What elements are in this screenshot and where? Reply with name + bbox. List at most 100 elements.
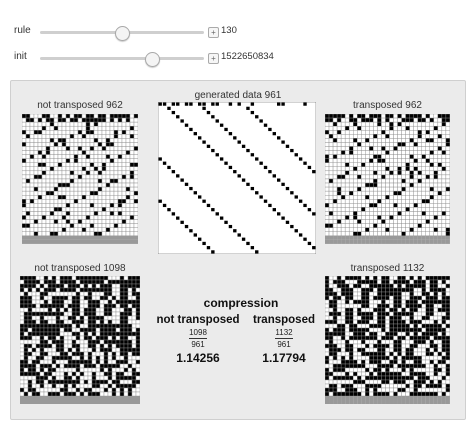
grid-cell (52, 400, 56, 404)
grid-cell (31, 367, 37, 373)
grid-cell (389, 215, 394, 220)
grid-cell (95, 307, 101, 313)
grid-cell (25, 174, 31, 180)
grid-cell (397, 162, 402, 167)
grid-cell (385, 347, 390, 353)
grid-cell (81, 223, 87, 228)
plus-icon[interactable]: + (208, 53, 219, 64)
grid-cell (385, 276, 390, 281)
grid-cell (345, 396, 350, 400)
grid-cell (26, 239, 30, 244)
grid-cell (401, 142, 406, 147)
grid-cell (417, 371, 422, 377)
grid-cell (417, 343, 422, 349)
grid-cell (365, 130, 370, 135)
grid-cell (348, 114, 354, 119)
grid-cell (325, 279, 330, 285)
grid-cell (95, 291, 101, 297)
plus-icon[interactable]: + (208, 27, 219, 38)
grid-cell (25, 158, 31, 163)
grid-cell (377, 227, 382, 232)
grid-cell (425, 299, 430, 305)
grid-cell (43, 387, 49, 393)
grid-cell (357, 207, 362, 212)
grid-cell (55, 379, 61, 385)
grid-cell (91, 383, 97, 389)
grid-cell (119, 375, 125, 381)
grid-cell (129, 114, 135, 119)
grid-cell (365, 387, 370, 393)
grid-cell (421, 359, 426, 365)
grid-cell (405, 235, 410, 240)
grid-cell (365, 347, 370, 353)
rule-slider-thumb[interactable] (115, 26, 130, 41)
grid-cell (417, 114, 422, 119)
grid-cell (365, 117, 370, 123)
init-slider-thumb[interactable] (144, 52, 160, 67)
grid-cell (381, 307, 386, 313)
matrix-point (176, 216, 180, 220)
grid-cell (357, 114, 362, 119)
grid-cell (397, 367, 402, 373)
matrix-point (158, 199, 162, 203)
grid-cell (344, 351, 350, 357)
grid-cell (75, 351, 81, 357)
grid-cell (69, 154, 75, 159)
grid-cell (417, 150, 422, 155)
grid-cell (67, 315, 73, 321)
grid-cell (61, 117, 67, 123)
grid-cell (365, 162, 370, 167)
grid-cell (129, 227, 135, 232)
grid-cell (373, 279, 378, 285)
matrix-point (312, 170, 316, 174)
grid-cell (336, 283, 342, 289)
grid-cell (381, 154, 386, 159)
grid-cell (97, 121, 103, 127)
grid-cell (332, 291, 338, 297)
grid-cell (344, 142, 350, 147)
grid-cell (353, 276, 358, 281)
grid-cell (417, 199, 422, 204)
grid-cell (433, 355, 439, 361)
grid-cell (37, 219, 43, 224)
grid-cell (340, 363, 346, 369)
grid-cell (70, 239, 74, 244)
rule-slider[interactable] (40, 26, 204, 41)
grid-cell (41, 121, 47, 127)
grid-cell (121, 154, 127, 159)
grid-cell (122, 239, 126, 244)
grid-cell (328, 150, 334, 155)
grid-cell (61, 186, 67, 192)
grid-cell (401, 158, 406, 163)
grid-cell (340, 117, 346, 123)
grid-cell (437, 150, 443, 155)
grid-cell (69, 162, 75, 167)
grid-cell (421, 219, 426, 224)
grid-cell (417, 194, 422, 200)
grid-cell (401, 154, 406, 159)
grid-cell (31, 363, 37, 369)
grid-cell (357, 319, 362, 325)
grid-cell (117, 142, 123, 147)
grid-cell (401, 311, 406, 317)
grid-cell (381, 207, 386, 212)
grid-cell (45, 199, 51, 204)
grid-cell (336, 182, 342, 188)
grid-cell (125, 166, 131, 172)
init-slider[interactable] (40, 52, 204, 67)
grid-cell (441, 287, 447, 293)
grid-cell (348, 331, 354, 337)
grid-cell (129, 125, 135, 131)
grid-cell (67, 307, 73, 313)
grid-cell (328, 343, 334, 349)
grid-cell (353, 146, 358, 151)
grid-cell (135, 343, 140, 349)
grid-cell (409, 351, 414, 357)
grid-cell (381, 138, 386, 143)
grid-cell (361, 170, 366, 176)
grid-cell (401, 347, 406, 353)
grid-cell (421, 339, 426, 345)
grid-cell (31, 379, 37, 385)
grid-cell (101, 223, 107, 228)
grid-cell (67, 283, 73, 289)
